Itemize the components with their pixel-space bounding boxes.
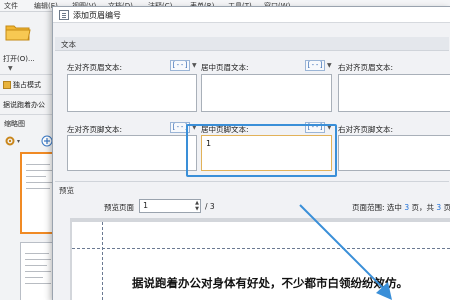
annotation-arrow [299, 204, 392, 300]
